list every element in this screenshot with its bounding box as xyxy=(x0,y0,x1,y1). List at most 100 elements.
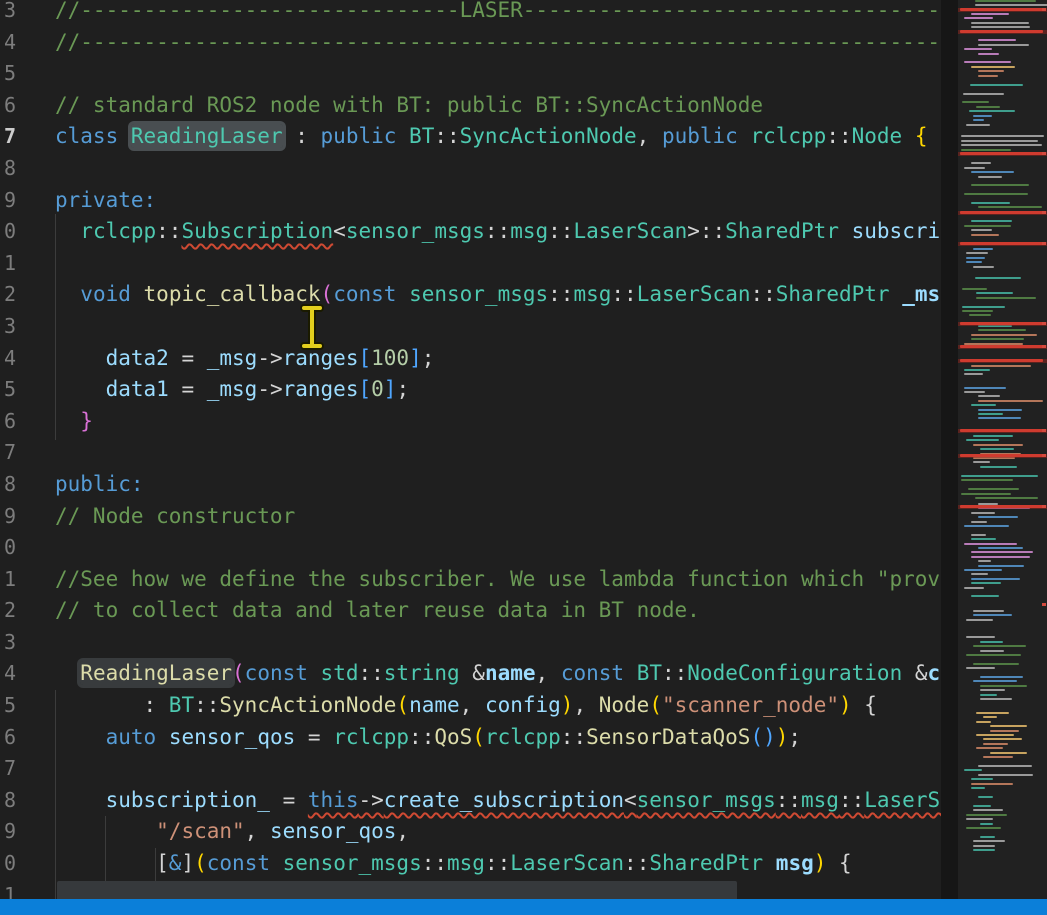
minimap-line xyxy=(976,106,1000,108)
code-token: , xyxy=(637,124,662,148)
minimap-line xyxy=(971,556,1030,558)
code-token: 0 xyxy=(371,377,384,401)
minimap-line xyxy=(978,565,1024,567)
minimap-line xyxy=(964,61,1011,63)
line-number: 6 xyxy=(0,90,16,122)
code-token: msg xyxy=(447,851,485,875)
minimap-line xyxy=(971,521,987,523)
code-token: _msg xyxy=(902,282,942,306)
line-number: 4 xyxy=(0,658,16,690)
code-line: 5 xyxy=(0,58,942,90)
line-number: 1 xyxy=(0,564,16,596)
minimap-line xyxy=(980,685,1027,687)
minimap-line xyxy=(964,769,982,771)
minimap-error-core xyxy=(960,345,1043,348)
minimap-line xyxy=(966,636,995,638)
code-token xyxy=(55,409,80,433)
minimap-line xyxy=(964,525,1009,527)
minimap-line xyxy=(968,488,1019,490)
code-token: ( xyxy=(396,693,409,717)
code-token: //See how we define the subscriber. We u… xyxy=(55,567,942,591)
minimap-error-core xyxy=(960,8,1043,11)
code-line: 7class ReadingLaser : public BT::SyncAct… xyxy=(0,121,942,153)
code-token: :: xyxy=(548,282,573,306)
minimap-line xyxy=(978,53,999,55)
minimap-line xyxy=(973,805,991,807)
code-line: 1 //See how we define the subscriber. We … xyxy=(0,564,942,596)
code-token: ( xyxy=(194,851,207,875)
code-token: & xyxy=(460,661,485,685)
code-token: // to collect data and later reuse data … xyxy=(55,598,700,622)
code-token: //------------------------------LASER---… xyxy=(55,0,942,22)
line-number: 9 xyxy=(0,501,16,533)
minimap-line xyxy=(978,70,1004,72)
code-token: sensor_msgs xyxy=(283,851,422,875)
code-token: ReadingLaser xyxy=(80,661,232,685)
minimap[interactable] xyxy=(958,0,1047,915)
code-token xyxy=(55,346,106,370)
minimap-line xyxy=(966,814,1007,816)
code-token: Subscription xyxy=(181,219,333,243)
minimap-line xyxy=(976,292,1013,294)
overview-ruler-error-mark xyxy=(1042,242,1046,245)
code-token: //--------------------------------------… xyxy=(55,30,942,54)
code-token: "scanner_node" xyxy=(662,693,839,717)
minimap-line xyxy=(964,17,993,19)
code-token: :: xyxy=(194,693,219,717)
code-token: // standard ROS2 node with BT: public BT… xyxy=(55,93,763,117)
code-line: 8 subscription_ = this->create_subscript… xyxy=(0,785,942,817)
code-editor[interactable]: 3//------------------------------LASER--… xyxy=(0,0,942,915)
code-token: :: xyxy=(156,219,181,243)
code-line: 2// to collect data and later reuse data… xyxy=(0,595,942,627)
code-token: :: xyxy=(750,282,775,306)
code-text: private: xyxy=(16,185,156,217)
code-token: rclcpp xyxy=(333,725,409,749)
code-area: 3//------------------------------LASER--… xyxy=(0,0,942,911)
minimap-line xyxy=(964,369,990,371)
minimap-line xyxy=(966,439,999,441)
line-number: 5 xyxy=(0,690,16,722)
code-token: SensorDataQoS xyxy=(586,725,750,749)
minimap-line xyxy=(978,395,1000,397)
minimap-line xyxy=(963,93,1004,95)
code-line: 1 xyxy=(0,248,942,280)
minimap-line xyxy=(961,479,1013,481)
code-token xyxy=(55,377,106,401)
minimap-line xyxy=(976,734,1014,736)
code-token: , xyxy=(396,819,409,843)
code-token: config xyxy=(485,693,561,717)
line-number: 0 xyxy=(0,216,16,248)
code-token: ) xyxy=(839,693,852,717)
code-token: SyncActionNode xyxy=(460,124,637,148)
code-token: _msg xyxy=(207,377,258,401)
code-token: , xyxy=(573,693,598,717)
code-token: ( xyxy=(321,282,334,306)
minimap-line xyxy=(980,694,997,696)
code-token: ReadingLaser xyxy=(131,124,283,148)
minimap-line xyxy=(966,257,985,259)
line-number: 7 xyxy=(0,753,16,785)
code-token: subscription_ xyxy=(106,788,270,812)
code-token: :: xyxy=(839,788,864,812)
overview-ruler-error-mark xyxy=(1042,322,1046,325)
minimap-line xyxy=(973,248,993,250)
code-line: 4 data2 = _msg->ranges[100]; xyxy=(0,343,942,375)
minimap-line xyxy=(964,225,1011,227)
code-token: sensor_qos xyxy=(169,725,295,749)
code-token xyxy=(396,124,409,148)
minimap-line xyxy=(964,373,983,375)
minimap-line xyxy=(973,444,1023,446)
code-token: SharedPtr xyxy=(776,282,890,306)
minimap-line xyxy=(961,475,1038,477)
minimap-line xyxy=(971,229,992,231)
minimap-line xyxy=(978,329,1026,331)
code-token xyxy=(55,282,80,306)
overview-ruler-error-mark xyxy=(1042,505,1046,508)
code-token: :: xyxy=(485,219,510,243)
minimap-line xyxy=(971,171,1014,173)
minimap-line xyxy=(971,162,991,164)
minimap-line xyxy=(980,448,1014,450)
minimap-line xyxy=(973,435,1013,437)
code-line: 5 data1 = _msg->ranges[0]; xyxy=(0,374,942,406)
code-token xyxy=(55,788,106,812)
